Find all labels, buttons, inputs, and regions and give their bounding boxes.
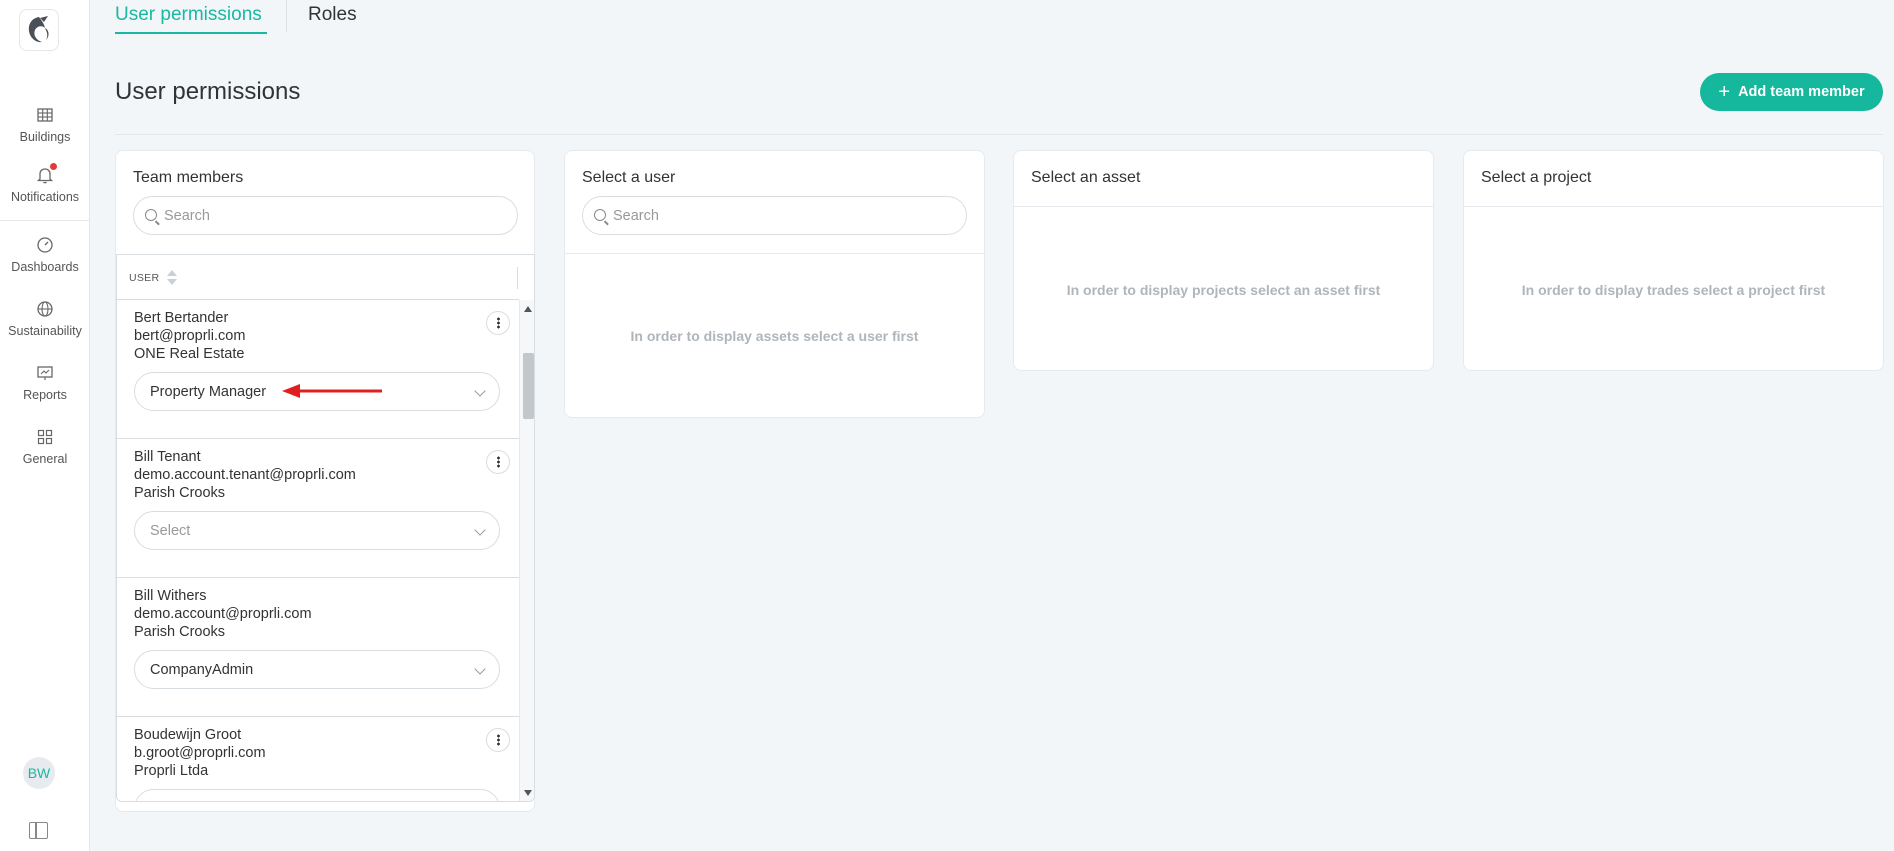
- sidebar-item-general[interactable]: General: [0, 428, 90, 466]
- member-name: Boudewijn Groot: [134, 727, 242, 743]
- title-divider: [115, 134, 1883, 135]
- table-row: Bill Tenant demo.account.tenant@proprli.…: [117, 439, 519, 578]
- member-company: Parish Crooks: [134, 485, 226, 501]
- active-tab-indicator: [115, 32, 267, 34]
- grid-icon: [36, 428, 54, 446]
- more-options-icon[interactable]: [486, 728, 510, 752]
- role-select-value: Property Manager: [150, 383, 267, 400]
- sidebar-toggle-icon[interactable]: [29, 822, 48, 839]
- buildings-icon: [36, 106, 54, 124]
- sort-icon[interactable]: [167, 270, 177, 286]
- scroll-up-icon[interactable]: [524, 306, 532, 312]
- page-title: User permissions: [115, 78, 301, 105]
- select-user-title: Select a user: [582, 169, 676, 186]
- member-name: Bill Withers: [134, 588, 207, 604]
- chevron-down-icon: [474, 663, 486, 675]
- member-company: Proprli Ltda: [134, 763, 209, 779]
- bell-icon: [36, 162, 58, 184]
- team-members-card: Team members Search USER Bert Bertander …: [115, 150, 535, 812]
- list-scrollbar[interactable]: [519, 300, 534, 801]
- sidebar-divider: [0, 220, 89, 221]
- select-project-title: Select a project: [1481, 169, 1592, 186]
- role-select[interactable]: Select: [134, 511, 500, 550]
- sidebar-item-notifications[interactable]: Notifications: [0, 162, 90, 204]
- member-email: bert@proprli.com: [134, 328, 246, 344]
- gauge-icon: [36, 236, 54, 254]
- sidebar-item-label: Sustainability: [8, 324, 82, 338]
- card-divider: [1464, 206, 1883, 207]
- sidebar-item-reports[interactable]: Reports: [0, 364, 90, 402]
- table-row: Bill Withers demo.account@proprli.com Pa…: [117, 578, 519, 717]
- logo-icon: [28, 16, 49, 43]
- select-user-message: In order to display assets select a user…: [630, 328, 919, 344]
- table-row: Boudewijn Groot b.groot@proprli.com Prop…: [117, 717, 519, 801]
- select-asset-title: Select an asset: [1031, 169, 1141, 186]
- presentation-icon: [36, 364, 54, 382]
- table-row: Bert Bertander bert@proprli.com ONE Real…: [117, 300, 519, 439]
- add-team-member-button[interactable]: + Add team member: [1700, 73, 1883, 111]
- search-placeholder: Search: [164, 207, 210, 224]
- annotation-arrow-icon: [282, 384, 382, 398]
- sidebar: Buildings Notifications Dashboards Susta…: [0, 0, 90, 851]
- more-options-icon[interactable]: [486, 311, 510, 335]
- search-icon: [145, 209, 157, 221]
- app-logo[interactable]: [19, 9, 59, 51]
- list-header: USER: [117, 255, 519, 300]
- role-select-value: CompanyAdmin: [150, 661, 254, 678]
- sidebar-item-dashboards[interactable]: Dashboards: [0, 236, 90, 274]
- member-company: Parish Crooks: [134, 624, 226, 640]
- user-column-header[interactable]: USER: [129, 272, 159, 284]
- select-project-message: In order to display trades select a proj…: [1521, 282, 1826, 298]
- sidebar-item-label: Reports: [23, 388, 67, 402]
- scroll-down-icon[interactable]: [524, 790, 532, 796]
- tab-separator: [286, 0, 287, 32]
- member-email: demo.account.tenant@proprli.com: [134, 467, 356, 483]
- sidebar-item-sustainability[interactable]: Sustainability: [0, 300, 90, 338]
- chevron-down-icon: [474, 524, 486, 536]
- card-divider: [1014, 206, 1433, 207]
- member-email: b.groot@proprli.com: [134, 745, 266, 761]
- team-members-title: Team members: [133, 169, 244, 186]
- search-placeholder: Search: [613, 207, 659, 224]
- header-separator: [517, 267, 518, 289]
- member-company: ONE Real Estate: [134, 346, 245, 362]
- tab-roles[interactable]: Roles: [308, 4, 357, 26]
- globe-icon: [36, 300, 54, 318]
- user-search-input[interactable]: Search: [582, 196, 967, 235]
- scroll-thumb[interactable]: [523, 353, 534, 419]
- select-user-card: Select a user Search In order to display…: [564, 150, 985, 418]
- role-select[interactable]: CompanyAdmin: [134, 650, 500, 689]
- sidebar-item-label: Notifications: [10, 190, 80, 204]
- sidebar-item-label: Dashboards: [11, 260, 79, 274]
- card-divider: [565, 253, 984, 254]
- notification-badge: [49, 162, 58, 171]
- plus-icon: +: [1718, 81, 1731, 103]
- role-select[interactable]: [134, 789, 500, 801]
- member-name: Bill Tenant: [134, 449, 201, 465]
- member-email: demo.account@proprli.com: [134, 606, 312, 622]
- tab-user-permissions[interactable]: User permissions: [115, 4, 262, 26]
- sidebar-item-buildings[interactable]: Buildings: [0, 106, 90, 144]
- select-project-card: Select a project In order to display tra…: [1463, 150, 1884, 371]
- search-icon: [594, 209, 606, 221]
- member-name: Bert Bertander: [134, 310, 229, 326]
- chevron-down-icon: [474, 385, 486, 397]
- team-members-list: USER Bert Bertander bert@proprli.com ONE…: [116, 254, 535, 802]
- team-members-search-input[interactable]: Search: [133, 196, 518, 235]
- avatar[interactable]: BW: [23, 757, 55, 789]
- more-options-icon[interactable]: [486, 450, 510, 474]
- select-asset-message: In order to display projects select an a…: [1066, 282, 1381, 298]
- role-select-placeholder: Select: [150, 522, 191, 539]
- sidebar-item-label: Buildings: [19, 130, 71, 144]
- add-team-member-label: Add team member: [1738, 84, 1865, 100]
- sidebar-item-label: General: [22, 452, 68, 466]
- select-asset-card: Select an asset In order to display proj…: [1013, 150, 1434, 371]
